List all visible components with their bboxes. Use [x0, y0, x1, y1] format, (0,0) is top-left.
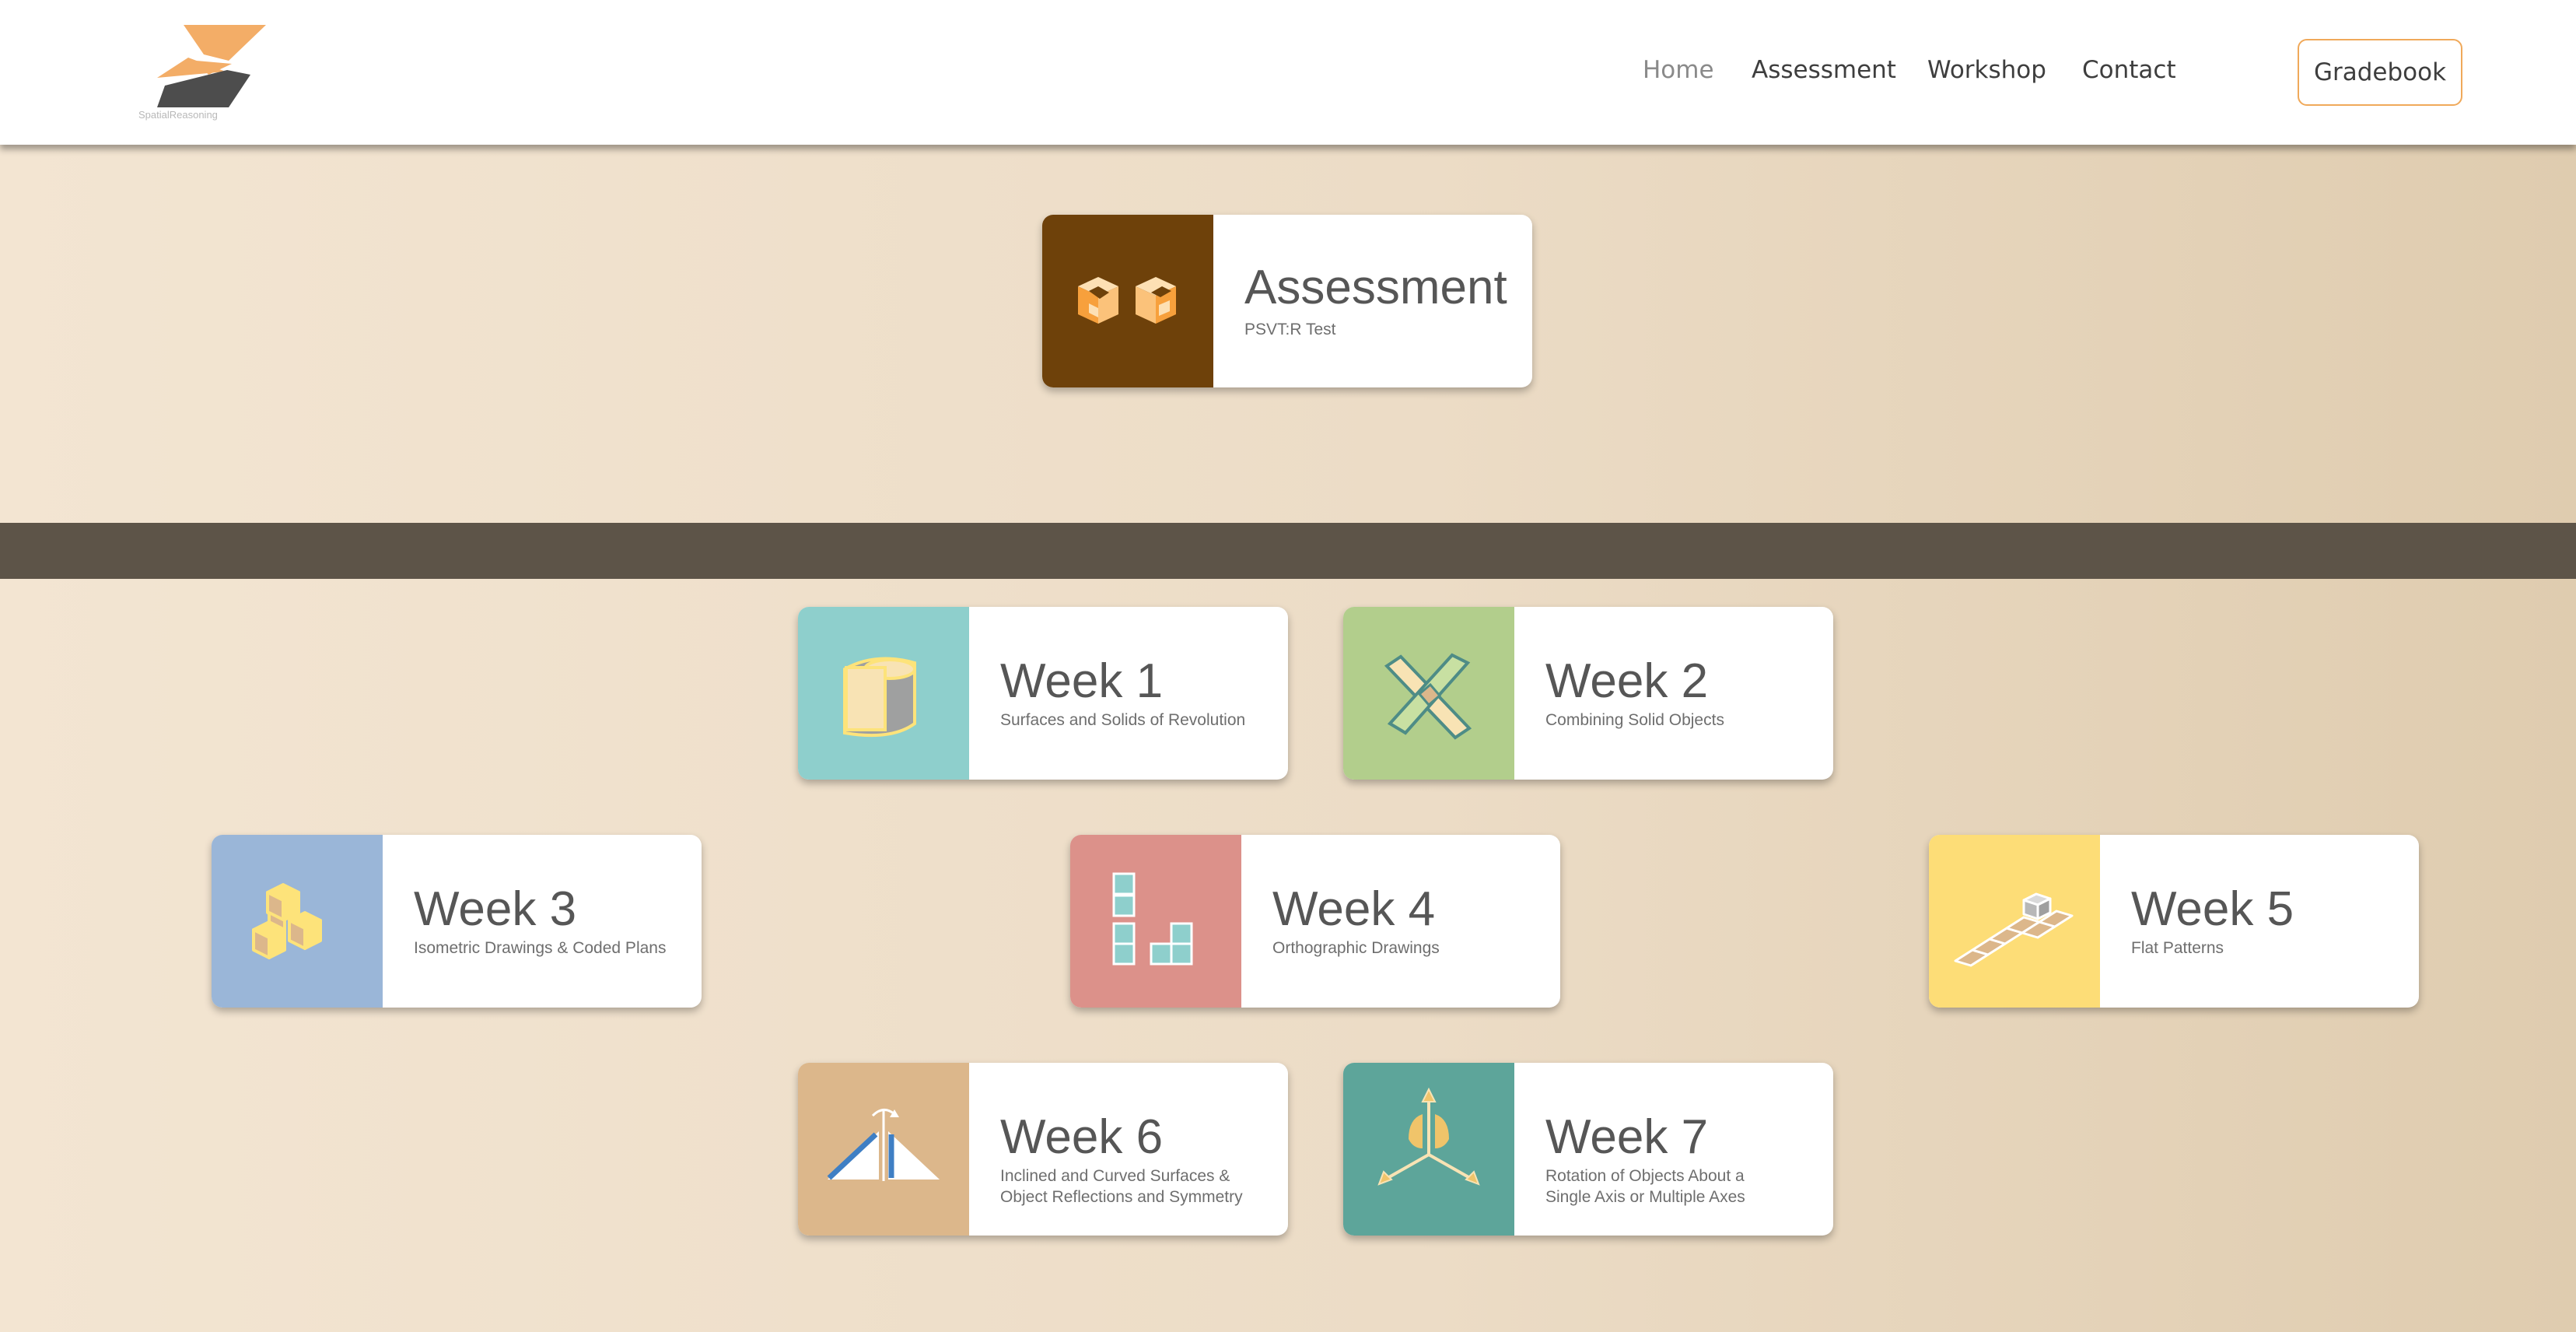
week-7-card[interactable]: Week 7 Rotation of Objects About a Singl…: [1343, 1063, 1833, 1236]
week-6-title: Week 6: [1000, 1110, 1164, 1164]
week-7-tile: [1343, 1063, 1514, 1236]
week-2-card[interactable]: Week 2 Combining Solid Objects: [1343, 607, 1833, 780]
logo-wordmark: SpatialReasoning: [138, 109, 218, 121]
crossed-prisms-icon: [1384, 653, 1472, 740]
week-6-card[interactable]: Week 6 Inclined and Curved Surfaces & Ob…: [798, 1063, 1288, 1236]
top-nav-bar: SpatialReasoning Home Assessment Worksho…: [0, 0, 2576, 145]
assessment-tile: [1042, 215, 1213, 387]
week-2-subtitle: Combining Solid Objects: [1545, 711, 1724, 729]
gradebook-button[interactable]: Gradebook: [2298, 39, 2462, 106]
week-5-tile: [1929, 835, 2100, 1008]
week-2-title: Week 2: [1545, 654, 1709, 708]
week-2-tile: [1343, 607, 1514, 780]
week-5-card[interactable]: Week 5 Flat Patterns: [1929, 835, 2419, 1008]
week-5-subtitle: Flat Patterns: [2131, 939, 2224, 957]
week-4-card[interactable]: Week 4 Orthographic Drawings: [1070, 835, 1560, 1008]
nav-assessment[interactable]: Assessment: [1752, 56, 1896, 84]
logo[interactable]: [134, 20, 274, 121]
week-5-title: Week 5: [2131, 882, 2294, 936]
assessment-title: Assessment: [1244, 261, 1507, 314]
logo-icon: [157, 25, 266, 107]
week-6-tile: [798, 1063, 969, 1236]
orthographic-blocks-icon: [1112, 872, 1193, 966]
week-7-subtitle: Rotation of Objects About a Single Axis …: [1545, 1167, 1745, 1206]
nav-contact[interactable]: Contact: [2082, 56, 2176, 84]
stacked-cubes-icon: [252, 883, 322, 959]
cubes-icon: [1078, 277, 1176, 324]
rotation-axes-icon: [1377, 1087, 1480, 1186]
week-6-subtitle: Inclined and Curved Surfaces & Object Re…: [1000, 1167, 1243, 1206]
week-1-card[interactable]: Week 1 Surfaces and Solids of Revolution: [798, 607, 1288, 780]
week-4-subtitle: Orthographic Drawings: [1272, 939, 1440, 957]
week-7-title: Week 7: [1545, 1110, 1709, 1164]
week-4-tile: [1070, 835, 1241, 1008]
week-3-card[interactable]: Week 3 Isometric Drawings & Coded Plans: [212, 835, 702, 1008]
week-1-tile: [798, 607, 969, 780]
week-3-title: Week 3: [414, 882, 577, 936]
week-3-tile: [212, 835, 383, 1008]
nav-home[interactable]: Home: [1643, 56, 1714, 84]
cylinder-icon: [843, 657, 916, 738]
week-4-title: Week 4: [1272, 882, 1436, 936]
nav-workshop[interactable]: Workshop: [1927, 56, 2046, 84]
flat-pattern-icon: [1954, 892, 2074, 967]
week-1-title: Week 1: [1000, 654, 1164, 708]
assessment-subtitle: PSVT:R Test: [1244, 321, 1336, 338]
week-3-subtitle: Isometric Drawings & Coded Plans: [414, 939, 667, 957]
reflection-icon: [827, 1109, 940, 1181]
section-divider: [0, 523, 2576, 579]
week-1-subtitle: Surfaces and Solids of Revolution: [1000, 711, 1246, 729]
assessment-card[interactable]: Assessment PSVT:R Test: [1042, 215, 1532, 387]
